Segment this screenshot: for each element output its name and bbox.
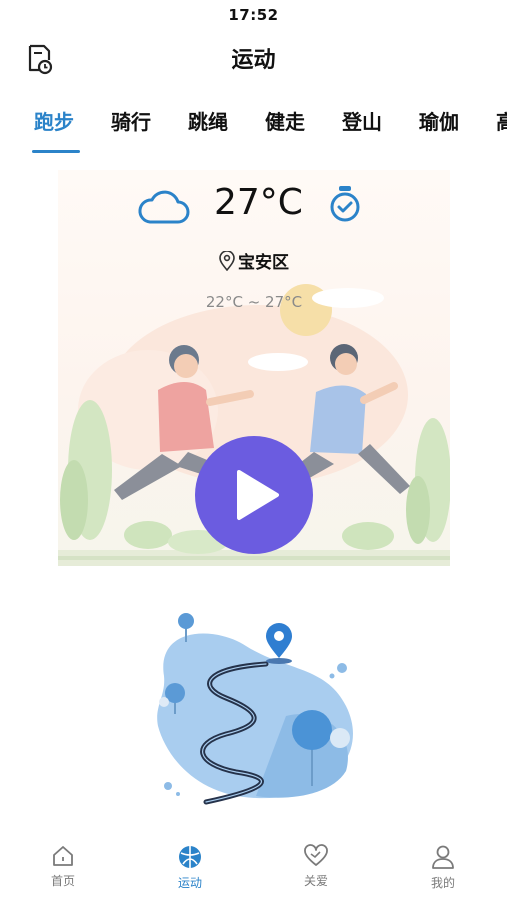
route-map-illustration [157,613,353,805]
sport-ball-icon [179,846,201,868]
tab-yoga[interactable]: 瑜伽 [419,106,459,135]
profile-icon [432,845,454,869]
tab-walking[interactable]: 健走 [265,106,305,135]
bottom-navigation: 首页 运动 关爱 我的 [0,838,507,900]
sport-type-tabs: 跑步 骑行 跳绳 健走 登山 瑜伽 高 [0,100,507,156]
weather-row: 27°C [58,182,450,230]
header: 运动 [0,38,507,78]
temperature-range: 22°C ~ 27°C [205,293,303,311]
nav-home-label: 首页 [50,874,75,888]
tab-indicator [32,150,80,153]
nav-care[interactable]: 关爱 [276,844,356,889]
location-name: 宝安区 [238,253,289,273]
cloud-icon [138,190,190,224]
tab-cycling[interactable]: 骑行 [111,106,151,135]
start-run-button[interactable] [195,436,313,554]
tab-running[interactable]: 跑步 [34,106,74,135]
location-row: 宝安区 [58,248,450,273]
status-time: 17:52 [228,6,279,24]
nav-profile[interactable]: 我的 [403,844,483,891]
home-icon [53,846,73,866]
tab-more[interactable]: 高 [496,106,507,135]
tab-jump-rope[interactable]: 跳绳 [188,106,228,135]
nav-home[interactable]: 首页 [23,844,103,889]
running-hero-card: 27°C 宝安区 22°C ~ 27°C [58,170,450,566]
nav-care-label: 关爱 [303,874,328,888]
tab-hiking[interactable]: 登山 [342,106,382,135]
stopwatch-icon[interactable] [328,184,362,224]
location-pin-icon [219,251,235,271]
page-title: 运动 [231,48,276,73]
temperature-value: 27°C [214,182,303,223]
heart-care-icon [304,844,328,866]
nav-sport[interactable]: 运动 [150,844,230,891]
status-bar: 17:52 [0,0,507,30]
nav-sport-label: 运动 [177,876,202,890]
play-icon [237,470,279,520]
nav-profile-label: 我的 [430,876,455,890]
